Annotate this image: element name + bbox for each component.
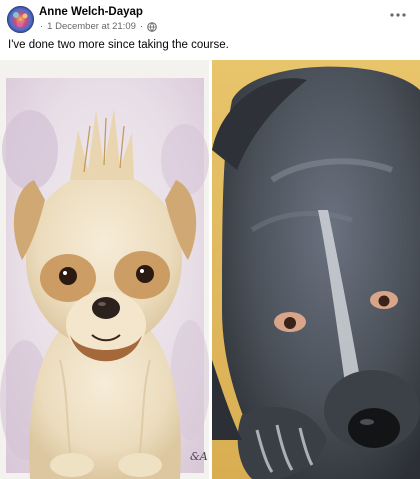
more-options-icon[interactable] bbox=[388, 8, 408, 22]
post-meta: · 1 December at 21:09 · bbox=[39, 21, 157, 32]
post-date[interactable]: 1 December at 21:09 bbox=[47, 21, 136, 32]
post-header: Anne Welch-Dayap · 1 December at 21:09 · bbox=[0, 0, 420, 34]
author-name[interactable]: Anne Welch-Dayap bbox=[39, 6, 143, 18]
photo-grey-dog[interactable] bbox=[212, 60, 420, 479]
separator-dot: · bbox=[139, 21, 144, 32]
globe-icon[interactable] bbox=[147, 21, 157, 32]
post-caption: I've done two more since taking the cour… bbox=[8, 39, 229, 51]
svg-text:&A: &A bbox=[190, 450, 208, 463]
avatar[interactable] bbox=[7, 6, 34, 33]
photo-fluffy-dog[interactable]: &A bbox=[0, 60, 209, 479]
separator-dot: · bbox=[40, 21, 44, 32]
